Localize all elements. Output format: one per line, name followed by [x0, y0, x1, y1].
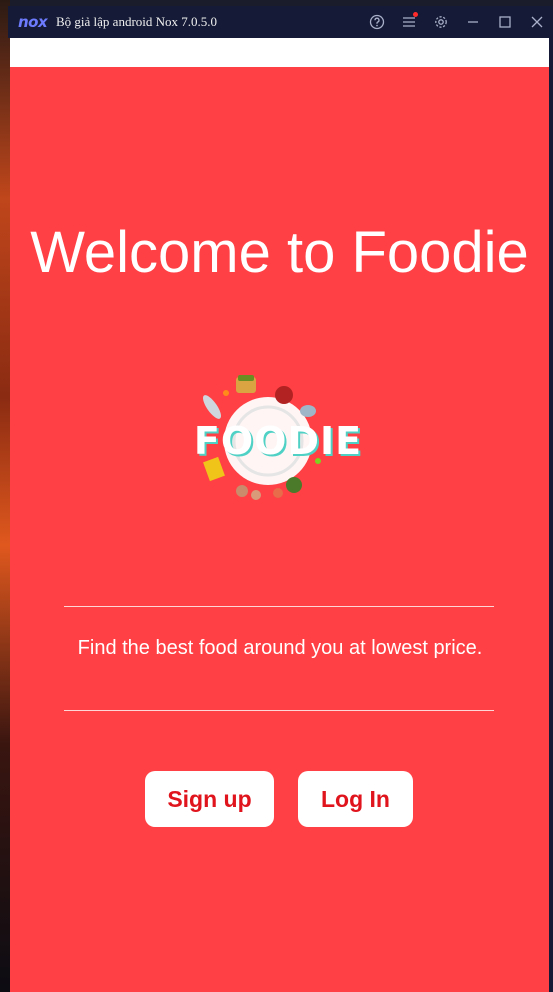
emulator-title-bar: nox Bộ giả lập android Nox 7.0.5.0	[8, 6, 553, 38]
android-status-bar	[10, 38, 549, 67]
window-title: Bộ giả lập android Nox 7.0.5.0	[56, 14, 218, 29]
emulator-frame-edge	[549, 38, 553, 992]
signup-button[interactable]: Sign up	[145, 771, 274, 827]
login-button[interactable]: Log In	[298, 771, 413, 827]
minimize-icon[interactable]	[457, 6, 489, 38]
help-icon[interactable]	[361, 6, 393, 38]
foodie-logo: FOODIE	[178, 367, 378, 517]
maximize-icon[interactable]	[489, 6, 521, 38]
desktop-background	[0, 0, 10, 992]
tagline: Find the best food around you at lowest …	[77, 637, 483, 659]
logo-wordmark: FOODIE	[193, 419, 363, 463]
menu-icon[interactable]	[393, 6, 425, 38]
close-icon[interactable]	[521, 6, 553, 38]
divider	[64, 710, 494, 711]
notification-dot	[413, 12, 418, 17]
settings-icon[interactable]	[425, 6, 457, 38]
nox-logo: nox	[18, 13, 48, 31]
page-title: Welcome to Foodie	[30, 220, 529, 285]
divider	[64, 606, 494, 607]
welcome-screen: Welcome to Foodie FOODIE Find the best f…	[10, 67, 549, 992]
